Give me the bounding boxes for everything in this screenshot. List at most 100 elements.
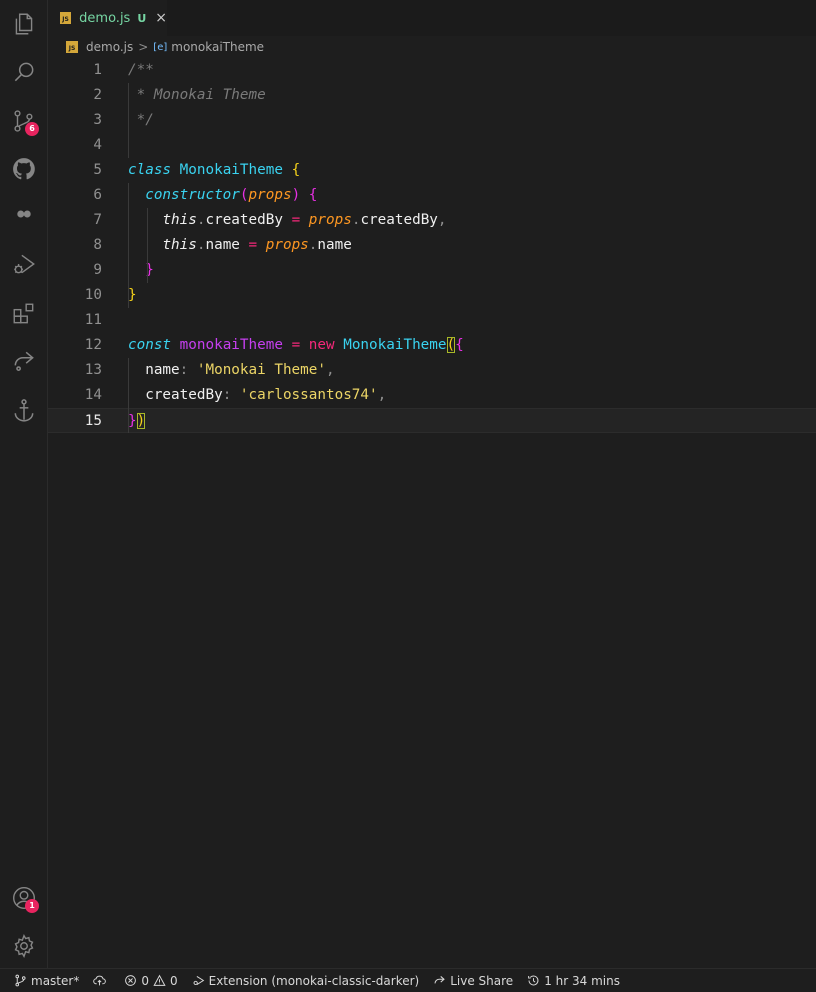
code-token: const: [128, 337, 172, 353]
toggle-icon[interactable]: [0, 194, 47, 234]
branch-icon: [15, 974, 26, 987]
code-text: this.createdBy = props.createdBy,: [128, 208, 446, 233]
code-line[interactable]: 4: [48, 133, 816, 158]
indent-guide: [128, 183, 129, 308]
timer-label: 1 hr 34 mins: [544, 973, 620, 988]
code-token: (: [239, 187, 249, 203]
line-number: 2: [93, 87, 102, 103]
code-line[interactable]: 5 class MonokaiTheme {: [48, 158, 816, 183]
code-line[interactable]: 6 constructor(props) {: [48, 183, 816, 208]
source-control-icon[interactable]: [0, 101, 47, 141]
sync-status[interactable]: [93, 974, 110, 987]
accounts-icon[interactable]: [0, 878, 47, 918]
code-line[interactable]: 14 createdBy: 'carlossantos74',: [48, 383, 816, 408]
breadcrumb: JS demo.js > [e] monokaiTheme: [66, 37, 816, 57]
line-number: 5: [93, 162, 102, 178]
code-line[interactable]: 8 this.name = props.name: [48, 233, 816, 258]
code-token: ): [136, 413, 146, 429]
warning-count: 0: [169, 973, 178, 988]
line-number: 7: [93, 212, 102, 228]
status-bar: master* 0 0 Extension (monokai-classic-d…: [0, 968, 816, 992]
code-token: 'carlossantos74': [239, 387, 378, 403]
line-number: 14: [84, 387, 102, 403]
code-token: 'Monokai Theme': [196, 362, 326, 378]
code-text: createdBy: 'carlossantos74',: [128, 383, 386, 408]
code-token: (: [446, 337, 456, 353]
line-number: 4: [93, 137, 102, 153]
code-line[interactable]: 13 name: 'Monokai Theme',: [48, 358, 816, 383]
problems-status[interactable]: 0 0: [124, 973, 178, 988]
code-line[interactable]: 12 const monokaiTheme = new MonokaiTheme(…: [48, 333, 816, 358]
github-icon[interactable]: [0, 149, 47, 189]
line-number: 13: [84, 362, 102, 378]
line-number: 10: [84, 287, 102, 303]
code-token: props: [308, 212, 352, 228]
line-number: 15: [84, 413, 102, 429]
line-number: 11: [84, 312, 102, 328]
extensions-icon[interactable]: [0, 294, 47, 334]
time-tracker-status[interactable]: 1 hr 34 mins: [527, 974, 620, 988]
code-line[interactable]: 10}: [48, 283, 816, 308]
line-number: 3: [93, 112, 102, 128]
close-tab-icon[interactable]: ×: [155, 10, 167, 26]
extension-status[interactable]: Extension (monokai-classic-darker): [192, 974, 419, 988]
code-token: ): [291, 187, 301, 203]
cloud-upload-icon: [93, 975, 107, 986]
code-token: constructor: [145, 187, 240, 203]
code-token: :: [222, 387, 232, 403]
code-text: this.name = props.name: [128, 233, 351, 258]
tab-demo-js[interactable]: JS demo.js U ×: [48, 0, 167, 36]
anchor-icon[interactable]: [0, 390, 47, 430]
code-line[interactable]: 1 /**: [48, 58, 816, 83]
code-token: createdBy: [205, 212, 283, 228]
code-token: =: [291, 337, 301, 353]
code-editor[interactable]: 1/** 2 * Monokai Theme 3 */4 5 class Monokai…: [48, 58, 816, 968]
chevron-right-icon: >: [138, 40, 149, 54]
run-debug-icon[interactable]: [0, 244, 47, 284]
settings-gear-icon[interactable]: [0, 926, 47, 966]
code-token: }: [128, 287, 137, 303]
code-token: MonokaiTheme: [343, 337, 447, 353]
code-text: }): [128, 409, 146, 434]
code-line[interactable]: 15}): [48, 408, 816, 433]
code-line[interactable]: 2 * Monokai Theme: [48, 83, 816, 108]
code-token: */: [128, 112, 154, 128]
explorer-icon[interactable]: [0, 4, 47, 44]
code-token: props: [248, 187, 292, 203]
code-line[interactable]: 9 }: [48, 258, 816, 283]
js-file-icon: JS: [66, 41, 78, 53]
code-token: =: [248, 237, 258, 253]
branch-status[interactable]: master*: [14, 974, 79, 988]
code-line[interactable]: 11: [48, 308, 816, 333]
line-number: 6: [93, 187, 102, 203]
live-share-icon[interactable]: [0, 341, 47, 381]
code-line[interactable]: 7 this.createdBy = props.createdBy,: [48, 208, 816, 233]
search-icon[interactable]: [0, 52, 47, 92]
source-control-badge: 6: [25, 122, 39, 136]
code-token: ,: [326, 362, 335, 378]
js-file-icon: JS: [60, 12, 72, 24]
error-count: 0: [141, 973, 149, 988]
live-share-status[interactable]: Live Share: [433, 974, 513, 988]
indent-guide: [128, 83, 129, 158]
code-token: :: [179, 362, 189, 378]
breadcrumb-file[interactable]: demo.js: [86, 40, 133, 54]
breadcrumb-symbol[interactable]: monokaiTheme: [171, 40, 264, 54]
line-number: 9: [93, 262, 102, 278]
code-line[interactable]: 3 */: [48, 108, 816, 133]
line-number: 1: [93, 62, 102, 78]
code-text: /**: [128, 58, 154, 83]
code-token: {: [455, 337, 464, 353]
indent-guide: [128, 358, 129, 433]
